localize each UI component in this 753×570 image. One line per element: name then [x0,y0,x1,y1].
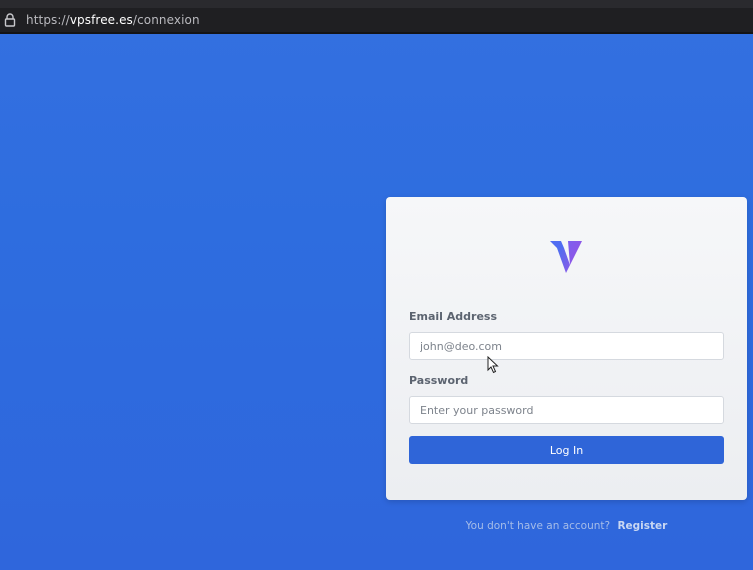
password-label: Password [409,374,469,387]
url-prefix: https:// [26,13,70,27]
login-button[interactable]: Log In [409,436,724,464]
email-label: Email Address [409,310,498,323]
browser-top-strip [0,0,753,8]
register-link[interactable]: Register [617,520,667,532]
lock-icon[interactable] [2,12,18,28]
login-card: Email Address Password Log In [386,197,747,500]
register-prompt: You don't have an account? Register [386,520,747,532]
mouse-cursor-icon [487,355,499,374]
no-account-text: You don't have an account? [465,520,611,532]
url-host: vpsfree.es [69,13,133,27]
url-text[interactable]: https://vpsfree.es/connexion [26,13,200,27]
login-screen: https://vpsfree.es/connexion Email Addre… [0,0,753,570]
v-logo-icon [548,237,584,275]
password-input[interactable] [409,396,724,424]
browser-address-bar[interactable]: https://vpsfree.es/connexion [0,8,753,34]
url-path: /connexion [132,13,200,27]
email-input[interactable] [409,332,724,360]
